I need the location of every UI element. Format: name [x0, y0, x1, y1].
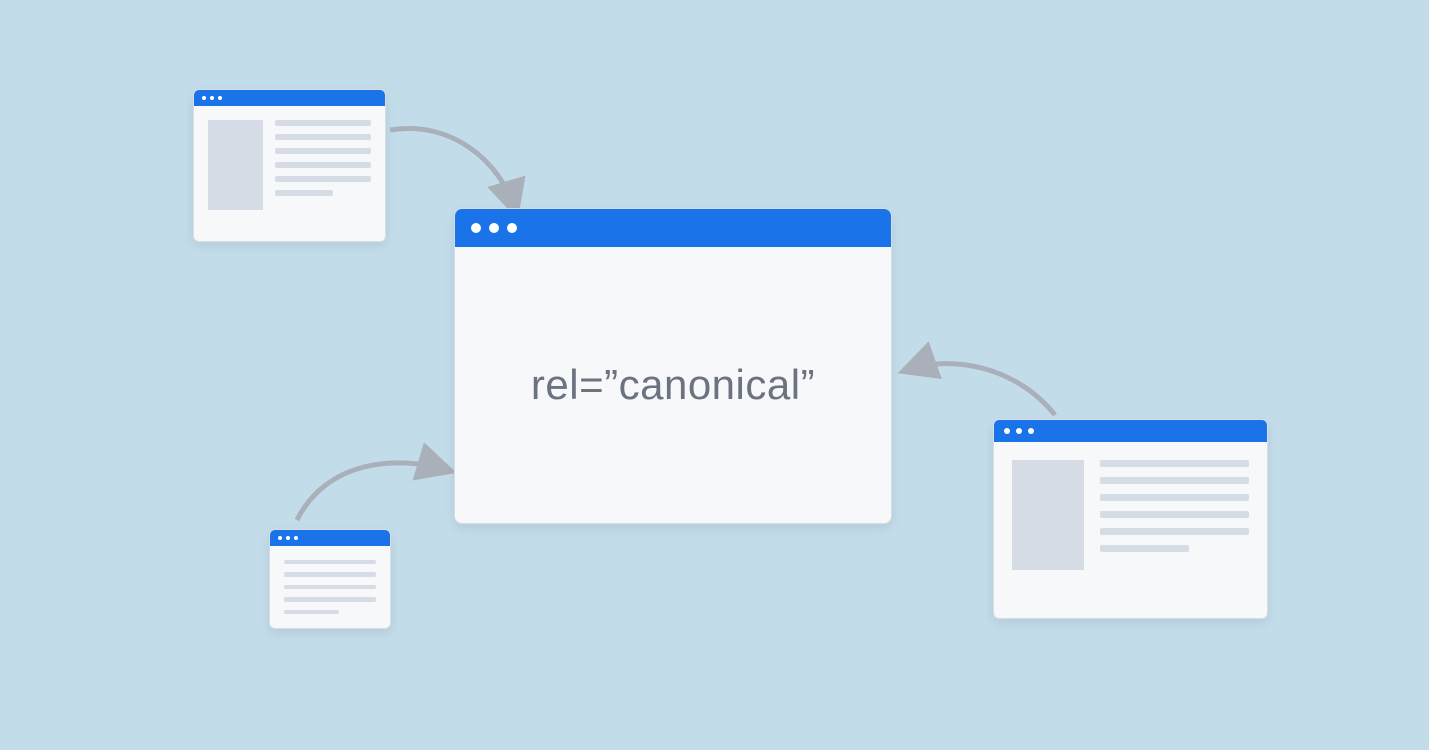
window-titlebar [194, 90, 385, 106]
duplicate-window-right [993, 419, 1268, 619]
window-body [194, 106, 385, 241]
window-dot-icon [278, 536, 282, 540]
window-dot-icon [202, 96, 206, 100]
window-dot-icon [489, 223, 499, 233]
window-dot-icon [218, 96, 222, 100]
arrow-right-to-center-icon [895, 340, 1065, 440]
window-dot-icon [471, 223, 481, 233]
thumbnail-placeholder-icon [1012, 460, 1084, 570]
window-dot-icon [507, 223, 517, 233]
arrow-bottom-left-to-center-icon [287, 440, 467, 540]
text-lines-placeholder [275, 120, 371, 227]
canonical-target-window: rel=”canonical” [454, 208, 892, 524]
thumbnail-placeholder-icon [208, 120, 263, 210]
window-body [270, 546, 390, 628]
window-dot-icon [210, 96, 214, 100]
duplicate-window-bottom-left [269, 529, 391, 629]
window-body [994, 442, 1267, 618]
text-lines-placeholder [1100, 460, 1249, 600]
window-body: rel=”canonical” [455, 247, 891, 523]
window-titlebar [455, 209, 891, 247]
duplicate-window-top-left [193, 89, 386, 242]
canonical-tag-label: rel=”canonical” [531, 361, 815, 409]
